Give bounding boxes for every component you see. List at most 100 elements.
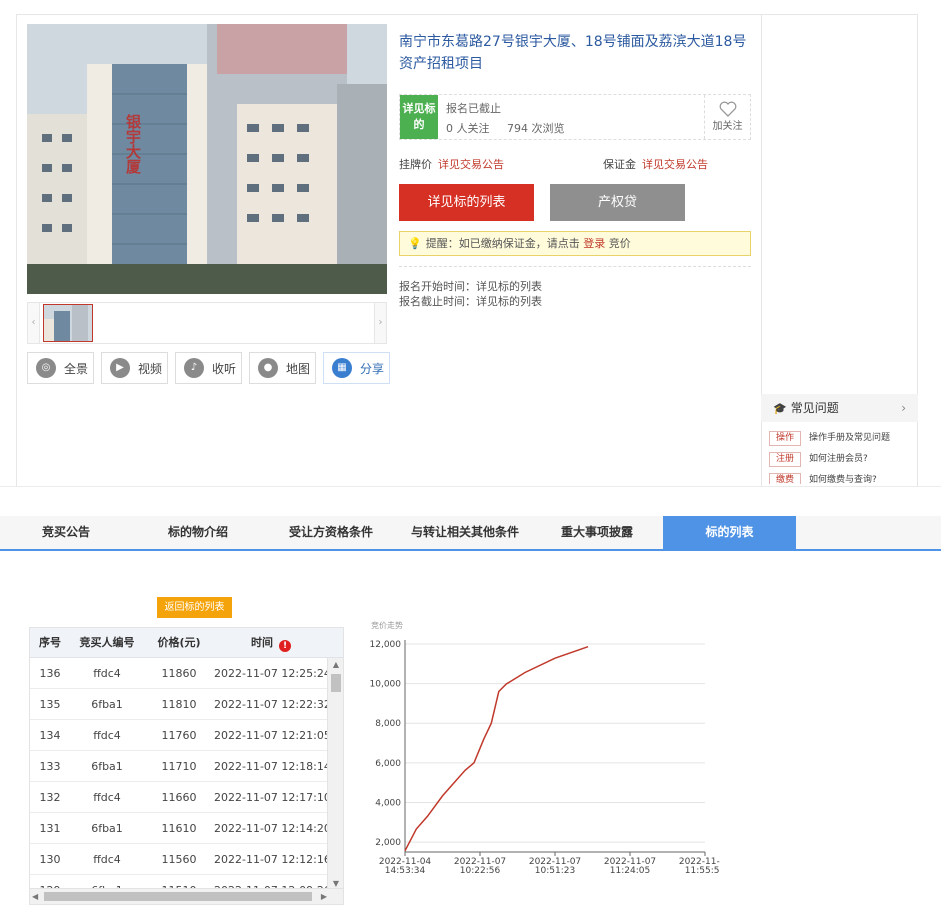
scroll-left-icon[interactable]: ◀: [32, 889, 38, 904]
column-header-time: 时间!: [214, 628, 328, 658]
table-body: 136 ffdc4 11860 2022-11-07 12:25:24 135 …: [30, 658, 331, 897]
login-link[interactable]: 登录: [583, 237, 605, 250]
faq-title: 常见问题: [790, 401, 839, 415]
view-count: 794 次浏览: [507, 122, 565, 135]
deposit-reminder: 💡 提醒：如已缴纳保证金，请点击 登录 竞价: [399, 231, 751, 256]
video-label: 视频: [138, 361, 163, 376]
cell-bidder: ffdc4: [93, 791, 121, 804]
divider: [399, 266, 751, 267]
y-tick-label: 8,000: [375, 719, 401, 729]
building-photo: 银宇大厦: [27, 24, 387, 294]
faq-item[interactable]: 缴费 如何缴费与查询?: [769, 472, 918, 484]
bid-history-table: 序号 竞买人编号 价格(元) 时间! 136 ffdc4 11860 2022-…: [29, 627, 344, 905]
cell-index: 130: [39, 853, 61, 866]
cell-bidder: 6fba1: [91, 822, 123, 835]
cell-bidder: 6fba1: [91, 698, 123, 711]
panorama-button[interactable]: ◎ 全景: [27, 352, 94, 384]
table-row: 134 ffdc4 11760 2022-11-07 12:21:05: [30, 720, 331, 751]
vertical-scroll-thumb[interactable]: [331, 674, 341, 692]
faq-tag: 注册: [769, 452, 801, 467]
listen-button[interactable]: ♪ 收听: [175, 352, 242, 384]
tab-listing-list[interactable]: 标的列表: [663, 516, 796, 549]
share-button[interactable]: ▦ 分享: [323, 352, 390, 384]
scroll-up-icon[interactable]: ▲: [328, 660, 343, 669]
cell-price: 11710: [161, 760, 197, 773]
column-header-price: 价格(元): [157, 636, 201, 649]
property-loan-button[interactable]: 产权贷: [550, 184, 685, 221]
share-label: 分享: [360, 361, 385, 376]
video-button[interactable]: ▶ 视频: [101, 352, 168, 384]
cell-index: 134: [39, 729, 61, 742]
horizontal-scrollbar[interactable]: ◀ ▶: [30, 888, 343, 904]
tab-auction-notice[interactable]: 竞买公告: [0, 516, 132, 549]
thumbnail-strip: ‹ ›: [27, 302, 387, 344]
scroll-right-icon[interactable]: ▶: [321, 889, 327, 904]
listing-price-link[interactable]: 详见交易公告: [438, 158, 504, 171]
vertical-scrollbar[interactable]: ▲ ▼: [327, 658, 343, 890]
see-listing-list-button[interactable]: 详见标的列表: [399, 184, 534, 221]
faq-tag: 操作: [769, 431, 801, 446]
listing-info-box: 详见标的 报名已截止 0 人关注 794 次浏览 加关注: [399, 94, 751, 140]
mic-icon: ♪: [184, 358, 204, 378]
table-row: 133 6fba1 11710 2022-11-07 12:18:14: [30, 751, 331, 782]
column-header-index: 序号: [39, 636, 61, 649]
tab-buyer-qualifications[interactable]: 受让方资格条件: [264, 516, 398, 549]
faq-header[interactable]: 🎓 常见问题 ›: [761, 394, 918, 422]
cell-bidder: ffdc4: [93, 667, 121, 680]
tab-major-disclosures[interactable]: 重大事项披露: [532, 516, 662, 549]
map-button[interactable]: ● 地图: [249, 352, 316, 384]
scroll-down-icon[interactable]: ▼: [328, 879, 343, 888]
cell-index: 136: [39, 667, 61, 680]
cell-time: 2022-11-07 12:18:14: [214, 760, 331, 773]
thumbnail-photo: [44, 305, 92, 341]
cell-index: 132: [39, 791, 61, 804]
graduation-cap-icon: 🎓: [773, 402, 787, 415]
tip-suffix: 竞价: [608, 237, 631, 250]
cell-price: 11810: [161, 698, 197, 711]
see-listing-badge: 详见标的: [400, 95, 438, 139]
cell-time: 2022-11-07 12:14:20: [214, 822, 331, 835]
deposit-link[interactable]: 详见交易公告: [642, 158, 708, 171]
map-label: 地图: [286, 361, 311, 376]
cell-bidder: ffdc4: [93, 853, 121, 866]
cell-time: 2022-11-07 12:25:24: [214, 667, 331, 680]
x-tick-label-time: 11:24:05: [610, 866, 650, 876]
thumbnail-prev-button[interactable]: ‹: [28, 303, 40, 343]
table-row: 131 6fba1 11610 2022-11-07 12:14:20: [30, 813, 331, 844]
cell-index: 135: [39, 698, 61, 711]
bid-trend-chart: 2,0004,0006,0008,00010,00012,0002022-11-…: [370, 640, 721, 876]
faq-item[interactable]: 操作 操作手册及常见问题: [769, 430, 918, 446]
listen-label: 收听: [212, 361, 237, 376]
cell-time: 2022-11-07 12:21:05: [214, 729, 331, 742]
faq-text: 如何注册会员?: [809, 454, 868, 464]
alert-icon[interactable]: !: [279, 640, 291, 652]
section-gap: [0, 486, 941, 516]
tab-other-conditions[interactable]: 与转让相关其他条件: [398, 516, 532, 549]
chart-axes: 2,0004,0006,0008,00010,00012,0002022-11-…: [370, 640, 721, 876]
faq-text: 如何缴费与查询?: [809, 475, 877, 484]
listing-title: 南宁市东葛路27号银宇大厦、18号铺面及荔滨大道18号资产招租项目: [399, 34, 747, 72]
video-icon: ▶: [110, 358, 130, 378]
x-tick-label-time: 10:51:23: [535, 866, 575, 876]
tab-bar: 竞买公告 标的物介绍 受让方资格条件 与转让相关其他条件 重大事项披露 标的列表: [0, 516, 941, 551]
follow-button[interactable]: 加关注: [704, 95, 750, 139]
chart-grid: [405, 643, 705, 843]
table-row: 135 6fba1 11810 2022-11-07 12:22:32: [30, 689, 331, 720]
lightbulb-icon: 💡: [408, 237, 422, 250]
vr-icon: ◎: [36, 358, 56, 378]
faq-item[interactable]: 注册 如何注册会员?: [769, 451, 918, 467]
table-row: 136 ffdc4 11860 2022-11-07 12:25:24: [30, 658, 331, 689]
cell-price: 11660: [161, 791, 197, 804]
column-header-time-label: 时间: [251, 636, 273, 649]
tab-item-introduction[interactable]: 标的物介绍: [132, 516, 264, 549]
horizontal-scroll-thumb[interactable]: [44, 892, 312, 901]
faq-tag: 缴费: [769, 473, 801, 484]
cell-index: 131: [39, 822, 61, 835]
table-header: 序号 竞买人编号 价格(元) 时间!: [30, 628, 343, 658]
thumbnail-image[interactable]: [43, 304, 93, 342]
main-photo[interactable]: 银宇大厦: [27, 24, 387, 294]
y-tick-label: 4,000: [375, 798, 401, 808]
thumbnail-next-button[interactable]: ›: [374, 303, 386, 343]
chevron-right-icon[interactable]: ›: [901, 394, 906, 422]
return-to-list-button[interactable]: 返回标的列表: [157, 597, 232, 618]
